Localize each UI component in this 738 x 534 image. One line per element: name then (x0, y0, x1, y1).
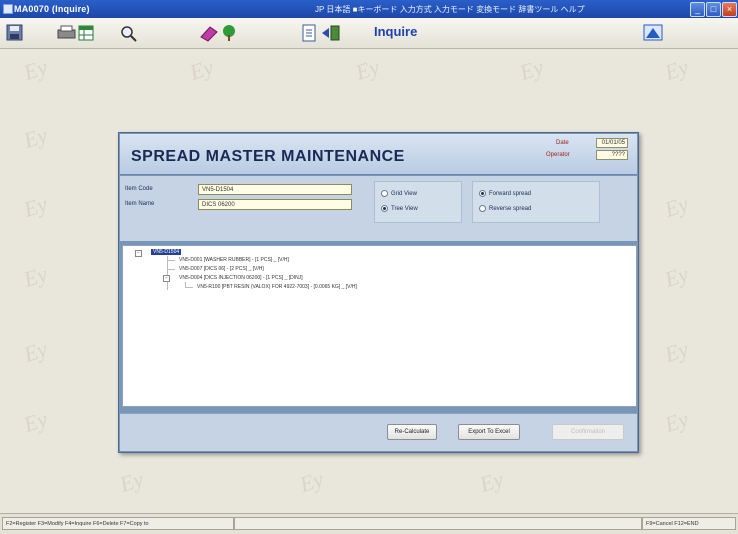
item-name-label: Item Name (125, 201, 155, 207)
tree-connector (167, 269, 175, 270)
recalculate-button[interactable]: Re-Calculate (387, 424, 437, 440)
dialog-title: SPREAD MASTER MAINTENANCE (131, 148, 405, 165)
radio-tree-view[interactable]: Tree View (381, 205, 418, 212)
collapse-toggle-icon[interactable]: − (135, 250, 142, 257)
collapse-toggle-icon[interactable]: − (163, 275, 170, 282)
ime-language-bar[interactable]: JP 日本語 ■キーボード 入力方式 入力モード 変換モード 辞書ツール ヘルプ (315, 4, 585, 15)
tree-node-root[interactable]: VN5-D1504 (151, 249, 182, 255)
radio-label: Forward spread (489, 191, 532, 198)
action-button-bar: Re-Calculate Export To Excel Confirmatio… (120, 413, 637, 451)
watermark: Ey (186, 54, 217, 85)
confirmation-button[interactable]: Confirmation (552, 424, 624, 440)
watermark: Ey (20, 54, 51, 85)
bom-tree-view[interactable]: − VN5-D1504 VN5-D001 [WASHER RUBBER] - [… (122, 245, 637, 407)
watermark: Ey (661, 261, 692, 292)
watermark: Ey (20, 336, 51, 367)
date-value: 01/01/05 (596, 138, 628, 148)
radio-indicator (381, 205, 388, 212)
radio-grid-view[interactable]: Grid View (381, 190, 417, 197)
radio-label: Tree View (391, 206, 418, 213)
app-icon (3, 4, 13, 14)
dialog-header: SPREAD MASTER MAINTENANCE Date 01/01/05 … (120, 134, 637, 175)
window-title: MA0070 (Inquire) (14, 4, 90, 14)
watermark: Ey (661, 406, 692, 437)
save-icon[interactable] (4, 23, 26, 43)
maximize-button[interactable]: □ (706, 2, 721, 17)
radio-label: Grid View (391, 191, 417, 198)
spread-direction-group: Forward spread Reverse spread (472, 181, 600, 223)
spread-master-dialog: SPREAD MASTER MAINTENANCE Date 01/01/05 … (118, 132, 639, 453)
radio-label: Reverse spread (489, 206, 532, 213)
view-mode-group: Grid View Tree View (374, 181, 462, 223)
export-to-excel-button[interactable]: Export To Excel (458, 424, 520, 440)
function-key-hints: F2=Register F3=Modify F4=Inquire F6=Dele… (2, 517, 234, 530)
tree-connector (167, 260, 175, 261)
radio-indicator (381, 190, 388, 197)
date-label: Date (556, 140, 569, 146)
operator-value: ???? (596, 150, 628, 160)
watermark: Ey (661, 191, 692, 222)
eraser-icon[interactable] (198, 23, 220, 43)
tree-node[interactable]: VN5-R100 [PBT RESIN (VALOX) FOR 4922-700… (197, 284, 357, 290)
company-logo-icon (643, 24, 663, 41)
tree-node[interactable]: VN5-D007 [DICS 06] - [2 PCS] _ [V/H] (179, 266, 264, 272)
watermark: Ey (296, 466, 327, 497)
exit-icon[interactable] (320, 23, 342, 43)
watermark: Ey (476, 466, 507, 497)
window-title-bar: MA0070 (Inquire) JP 日本語 ■キーボード 入力方式 入力モー… (0, 0, 738, 18)
radio-indicator (479, 205, 486, 212)
tree-node[interactable]: VN5-D004 [DICS INJECTION 06200] - [1 PCS… (179, 275, 303, 281)
radio-reverse-spread[interactable]: Reverse spread (479, 205, 531, 212)
watermark: Ey (116, 466, 147, 497)
close-button[interactable]: × (722, 2, 737, 17)
filter-form: Item Code VN5-D1504 Item Name DICS 06200… (120, 176, 637, 241)
watermark: Ey (20, 261, 51, 292)
watermark: Ey (352, 54, 383, 85)
document-icon[interactable] (298, 23, 320, 43)
search-icon[interactable] (118, 23, 140, 43)
radio-indicator (479, 190, 486, 197)
watermark: Ey (661, 336, 692, 367)
tree-connector (185, 287, 193, 288)
tree-icon[interactable] (218, 23, 240, 43)
watermark: Ey (516, 54, 547, 85)
radio-forward-spread[interactable]: Forward spread (479, 190, 531, 197)
watermark: Ey (661, 54, 692, 85)
mode-label: Inquire (374, 24, 418, 39)
watermark: Ey (20, 406, 51, 437)
item-name-input[interactable]: DICS 06200 (198, 199, 352, 210)
status-message (234, 517, 642, 530)
watermark: Ey (20, 122, 51, 153)
minimize-button[interactable]: _ (690, 2, 705, 17)
toolbar: Inquire (0, 18, 738, 49)
tree-connector (167, 256, 168, 290)
export-sheet-icon[interactable] (76, 23, 98, 43)
function-key-hints-right: F9=Cancel F12=END (642, 517, 736, 530)
item-code-input[interactable]: VN5-D1504 (198, 184, 352, 195)
item-code-label: Item Code (125, 186, 153, 192)
print-icon[interactable] (56, 23, 78, 43)
watermark: Ey (20, 191, 51, 222)
status-bar: F2=Register F3=Modify F4=Inquire F6=Dele… (0, 513, 738, 534)
tree-node[interactable]: VN5-D001 [WASHER RUBBER] - [1 PCS] _ [V/… (179, 257, 289, 263)
operator-label: Operator (546, 152, 570, 158)
